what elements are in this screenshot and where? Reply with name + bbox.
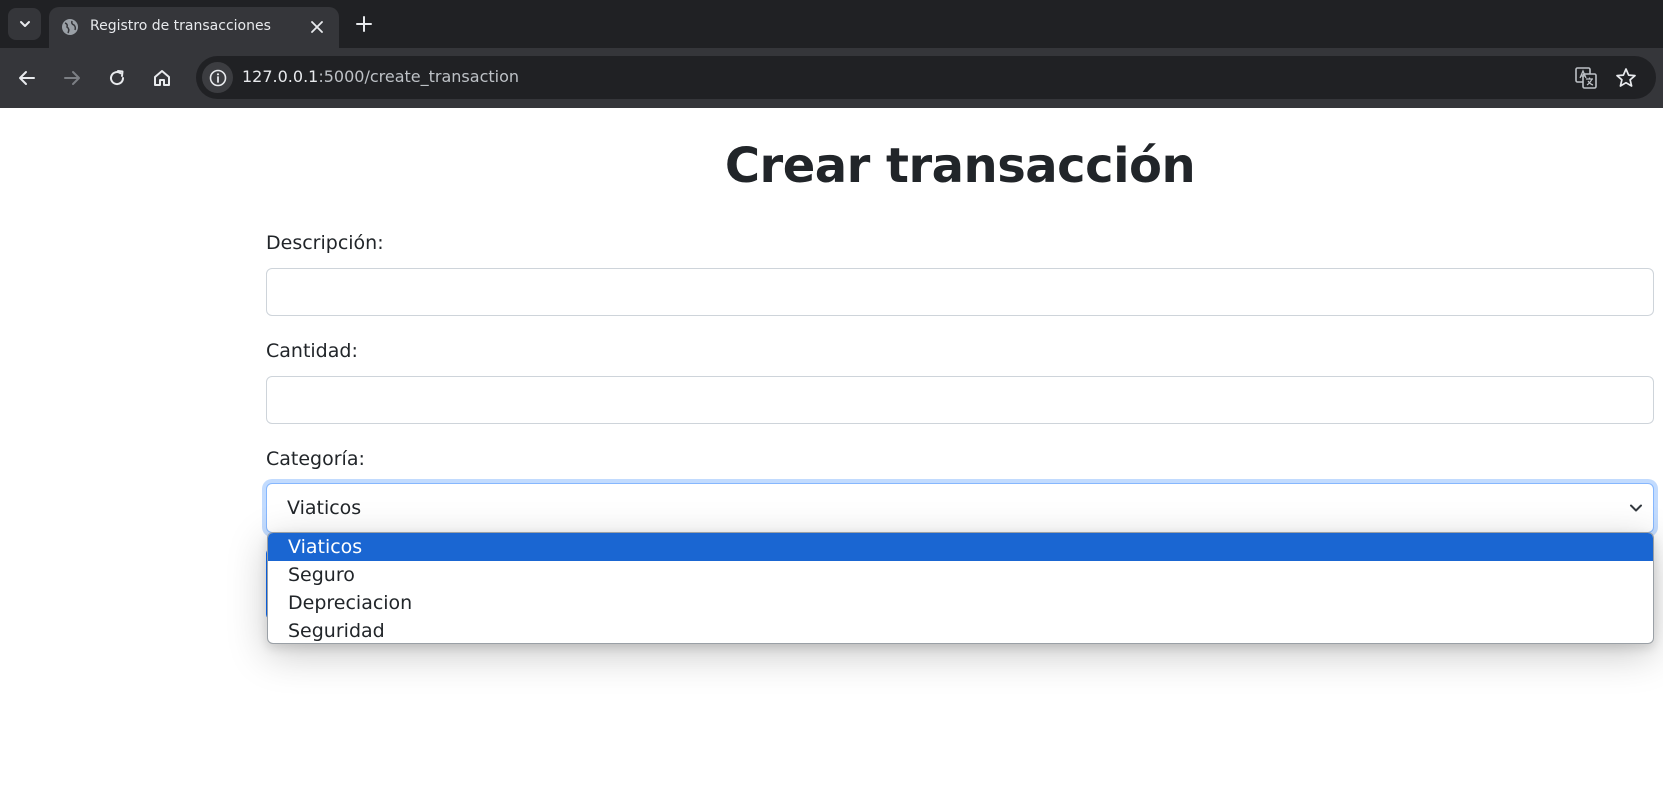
translate-icon (1575, 67, 1597, 89)
info-icon (209, 69, 226, 86)
browser-tab[interactable]: Registro de transacciones (49, 7, 339, 48)
home-button[interactable] (148, 64, 176, 92)
category-option-viaticos[interactable]: Viaticos (268, 533, 1653, 561)
reload-button[interactable] (103, 64, 131, 92)
tab-close-button[interactable] (307, 17, 327, 37)
browser-toolbar: 127.0.0.1:5000/create_transaction (0, 48, 1663, 108)
category-option-depreciacion[interactable]: Depreciacion (268, 589, 1653, 617)
tab-search-button[interactable] (8, 8, 41, 40)
url-host: 127.0.0.1 (242, 67, 319, 86)
category-selected-value: Viaticos (287, 497, 362, 519)
new-tab-button[interactable] (351, 11, 377, 37)
chevron-down-icon (1630, 504, 1642, 512)
back-icon (19, 71, 35, 85)
category-option-seguridad[interactable]: Seguridad (268, 617, 1653, 643)
category-select[interactable]: Viaticos (266, 483, 1654, 533)
star-icon (1616, 68, 1636, 87)
address-bar[interactable]: 127.0.0.1:5000/create_transaction (196, 56, 1656, 99)
page-content: Crear transacción Descripción: Cantidad:… (0, 108, 1663, 806)
tab-title: Registro de transacciones (90, 18, 271, 34)
category-label: Categoría: (266, 448, 365, 470)
amount-label: Cantidad: (266, 340, 358, 362)
forward-icon (64, 71, 80, 85)
url-path: :5000/create_transaction (318, 67, 520, 86)
url-text: 127.0.0.1:5000/create_transaction (242, 67, 519, 86)
category-option-seguro[interactable]: Seguro (268, 561, 1653, 589)
browser-tabstrip: Registro de transacciones (0, 0, 1663, 48)
reload-icon (110, 70, 125, 86)
chevron-down-icon (19, 21, 30, 27)
back-button[interactable] (13, 64, 41, 92)
bookmark-button[interactable] (1614, 66, 1638, 90)
home-icon (154, 70, 170, 86)
page-title: Crear transacción (724, 138, 1196, 194)
globe-icon (62, 19, 78, 35)
close-icon (311, 21, 323, 33)
category-dropdown-list: Viaticos Seguro Depreciacion Seguridad (267, 532, 1654, 644)
description-input[interactable] (266, 268, 1654, 316)
forward-button[interactable] (58, 64, 86, 92)
amount-input[interactable] (266, 376, 1654, 424)
plus-icon (356, 16, 372, 32)
description-label: Descripción: (266, 232, 384, 254)
site-info-button[interactable] (202, 62, 233, 93)
translate-button[interactable] (1574, 66, 1598, 90)
